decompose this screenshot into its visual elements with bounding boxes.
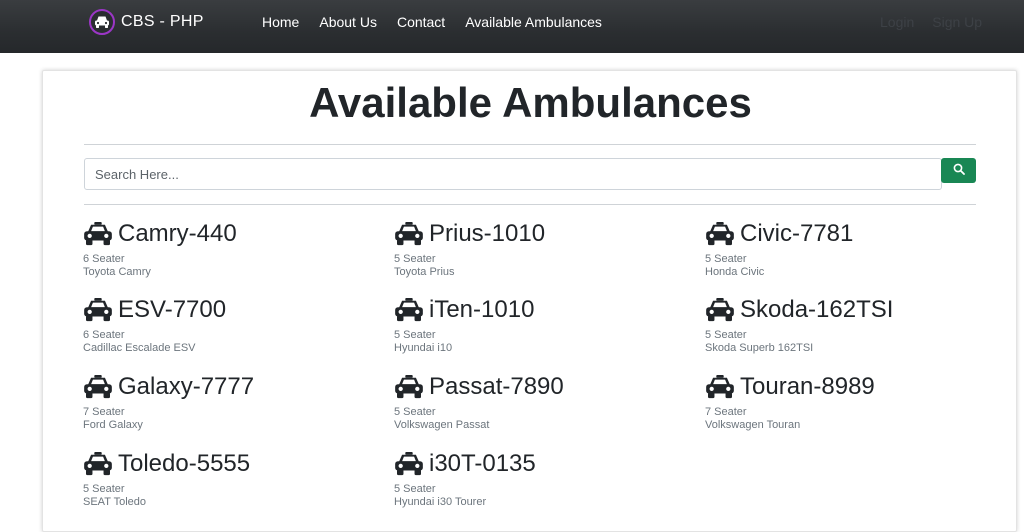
vehicle-model: SEAT Toledo bbox=[83, 496, 146, 508]
taxi-icon bbox=[83, 222, 113, 246]
brand-link[interactable]: CBS - PHP bbox=[89, 9, 204, 35]
vehicle-card[interactable]: Toledo-5555 5 Seater SEAT Toledo bbox=[83, 450, 383, 509]
vehicle-model: Volkswagen Passat bbox=[394, 419, 490, 431]
vehicle-card[interactable]: Passat-7890 5 Seater Volkswagen Passat bbox=[394, 373, 694, 432]
nav-available-ambulances[interactable]: Available Ambulances bbox=[465, 14, 602, 30]
vehicle-name: Camry-440 bbox=[118, 220, 237, 247]
vehicle-card[interactable]: Skoda-162TSI 5 Seater Skoda Superb 162TS… bbox=[705, 296, 1005, 355]
vehicle-model: Hyundai i10 bbox=[394, 342, 453, 354]
vehicle-seats: 5 Seater bbox=[394, 406, 436, 418]
nav-home[interactable]: Home bbox=[262, 14, 299, 30]
vehicle-card[interactable]: Galaxy-7777 7 Seater Ford Galaxy bbox=[83, 373, 383, 432]
search-input[interactable] bbox=[84, 158, 942, 190]
nav-about-us[interactable]: About Us bbox=[319, 14, 377, 30]
vehicle-card[interactable]: Prius-1010 5 Seater Toyota Prius bbox=[394, 220, 694, 279]
taxi-icon bbox=[83, 452, 113, 476]
vehicle-seats: 5 Seater bbox=[394, 483, 436, 495]
main-card: Available Ambulances Search Here... Camr… bbox=[42, 70, 1017, 532]
vehicle-card[interactable]: Camry-440 6 Seater Toyota Camry bbox=[83, 220, 383, 279]
vehicle-model: Skoda Superb 162TSI bbox=[705, 342, 814, 354]
vehicle-seats: 5 Seater bbox=[394, 253, 436, 265]
vehicle-model: Volkswagen Touran bbox=[705, 419, 801, 431]
nav-contact[interactable]: Contact bbox=[397, 14, 445, 30]
vehicle-header: iTen-1010 bbox=[394, 296, 694, 324]
taxi-icon bbox=[394, 375, 424, 399]
search-divider bbox=[84, 204, 976, 205]
vehicle-name: iTen-1010 bbox=[429, 296, 535, 323]
vehicle-header: Prius-1010 bbox=[394, 220, 694, 248]
vehicle-name: i30T-0135 bbox=[429, 450, 536, 477]
vehicle-card[interactable]: Civic-7781 5 Seater Honda Civic bbox=[705, 220, 1005, 279]
vehicle-header: ESV-7700 bbox=[83, 296, 383, 324]
vehicle-seats: 5 Seater bbox=[705, 253, 747, 265]
taxi-icon bbox=[83, 298, 113, 322]
vehicle-seats: 6 Seater bbox=[83, 329, 125, 341]
brand-name: CBS - PHP bbox=[121, 13, 204, 30]
vehicle-name: Touran-8989 bbox=[740, 373, 875, 400]
auth-links: Login Sign Up bbox=[880, 14, 982, 30]
page-title: Available Ambulances bbox=[309, 79, 752, 126]
taxi-icon bbox=[394, 222, 424, 246]
login-link[interactable]: Login bbox=[880, 14, 914, 30]
taxi-icon bbox=[705, 222, 735, 246]
vehicle-name: Skoda-162TSI bbox=[740, 296, 894, 323]
vehicle-header: i30T-0135 bbox=[394, 450, 694, 478]
vehicle-seats: 5 Seater bbox=[83, 483, 125, 495]
vehicle-model: Cadillac Escalade ESV bbox=[83, 342, 196, 354]
signup-link[interactable]: Sign Up bbox=[932, 14, 982, 30]
vehicle-header: Galaxy-7777 bbox=[83, 373, 383, 401]
vehicle-card[interactable]: Touran-8989 7 Seater Volkswagen Touran bbox=[705, 373, 1005, 432]
vehicle-seats: 5 Seater bbox=[705, 329, 747, 341]
vehicle-header: Passat-7890 bbox=[394, 373, 694, 401]
navbar: CBS - PHP Home About Us Contact Availabl… bbox=[0, 0, 1024, 53]
vehicle-model: Toyota Camry bbox=[83, 266, 151, 278]
vehicle-model: Toyota Prius bbox=[394, 266, 455, 278]
vehicle-header: Skoda-162TSI bbox=[705, 296, 1005, 324]
taxi-icon bbox=[83, 375, 113, 399]
nav-links: Home About Us Contact Available Ambulanc… bbox=[262, 14, 602, 30]
taxi-icon bbox=[394, 298, 424, 322]
vehicle-card[interactable]: i30T-0135 5 Seater Hyundai i30 Tourer bbox=[394, 450, 694, 509]
vehicle-seats: 5 Seater bbox=[394, 329, 436, 341]
vehicle-name: Civic-7781 bbox=[740, 220, 854, 247]
vehicle-model: Honda Civic bbox=[705, 266, 765, 278]
vehicle-seats: 7 Seater bbox=[705, 406, 747, 418]
title-divider bbox=[84, 144, 976, 145]
vehicle-name: Galaxy-7777 bbox=[118, 373, 255, 400]
vehicle-header: Civic-7781 bbox=[705, 220, 1005, 248]
vehicle-model: Ford Galaxy bbox=[83, 419, 143, 431]
vehicle-name: Toledo-5555 bbox=[118, 450, 251, 477]
vehicle-seats: 7 Seater bbox=[83, 406, 125, 418]
taxi-icon bbox=[394, 452, 424, 476]
taxi-icon bbox=[705, 375, 735, 399]
vehicle-header: Touran-8989 bbox=[705, 373, 1005, 401]
vehicle-name: Prius-1010 bbox=[429, 220, 546, 247]
taxi-icon bbox=[705, 298, 735, 322]
vehicle-header: Toledo-5555 bbox=[83, 450, 383, 478]
vehicle-card[interactable]: ESV-7700 6 Seater Cadillac Escalade ESV bbox=[83, 296, 383, 355]
vehicle-name: ESV-7700 bbox=[118, 296, 227, 323]
vehicle-card[interactable]: iTen-1010 5 Seater Hyundai i10 bbox=[394, 296, 694, 355]
search-icon bbox=[953, 162, 965, 180]
vehicle-name: Passat-7890 bbox=[429, 373, 564, 400]
vehicle-header: Camry-440 bbox=[83, 220, 383, 248]
search-button[interactable] bbox=[941, 158, 976, 183]
vehicle-seats: 6 Seater bbox=[83, 253, 125, 265]
vehicle-model: Hyundai i30 Tourer bbox=[394, 496, 487, 508]
car-icon bbox=[89, 9, 115, 35]
